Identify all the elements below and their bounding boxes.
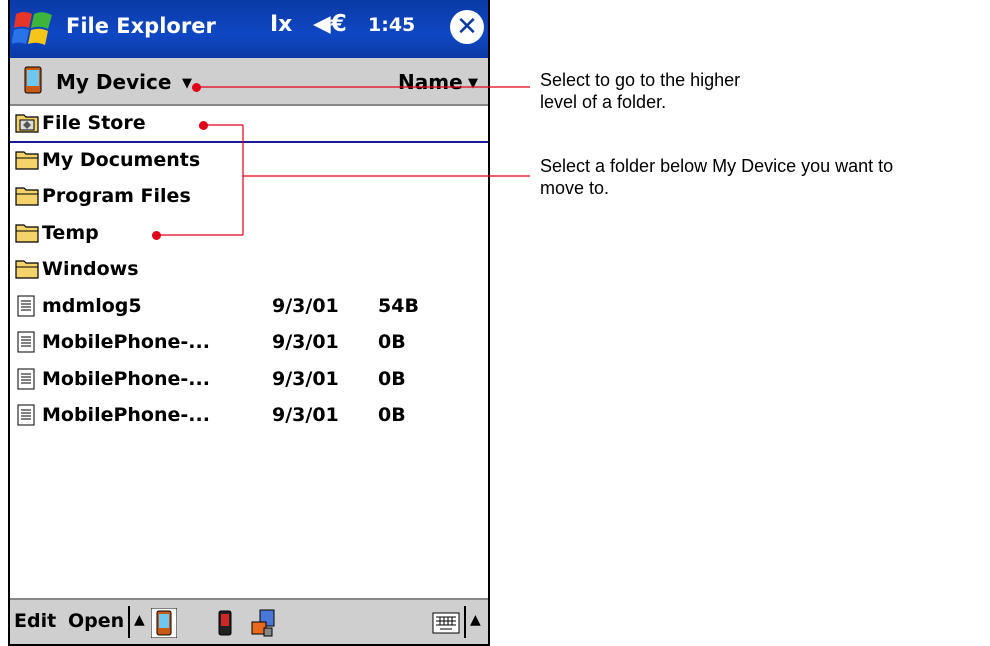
callout-higher-level: Select to go to the higher level of a fo… [540, 70, 741, 112]
callout-select-folder: Select a folder below My Device you want… [540, 156, 894, 198]
callout-dot [199, 121, 208, 130]
callout-lines [157, 86, 530, 236]
callout-dot [192, 83, 201, 92]
callout-dot [152, 231, 161, 240]
